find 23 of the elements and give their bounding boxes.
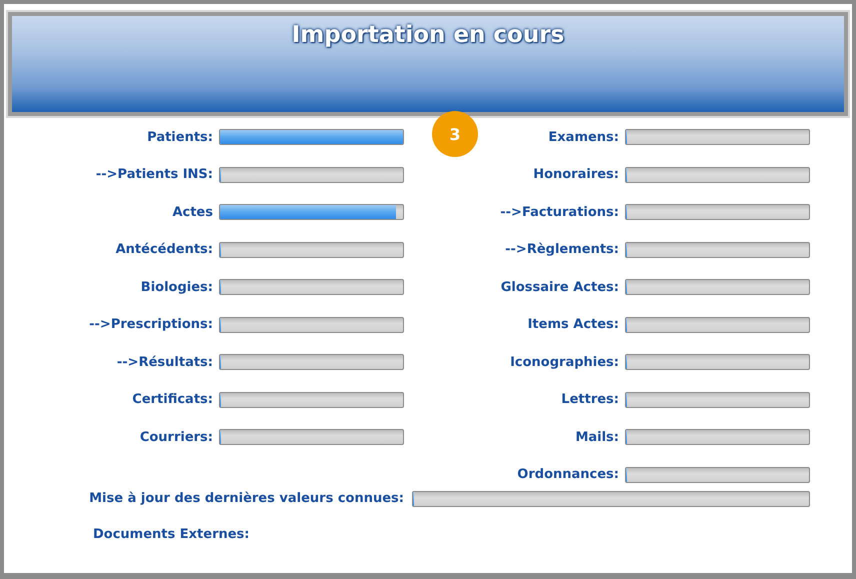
progress-label: Examens:	[548, 130, 619, 144]
progress-label: Mise à jour des dernières valeurs connues:	[88, 491, 404, 506]
progress-label: Antécédents:	[114, 242, 213, 257]
progress-label: -->Facturations:	[500, 204, 619, 220]
progress-label: -->Résultats:	[116, 354, 213, 370]
progress-label: -->Prescriptions:	[88, 317, 213, 332]
progress-label: Glossaire Actes:	[500, 280, 619, 294]
progress-label: Lettres:	[561, 392, 619, 407]
progress-label: Patients:	[146, 130, 213, 144]
progress-label: Mails:	[575, 430, 619, 444]
progress-label: Certificats:	[131, 392, 213, 407]
progress-label: Ordonnances:	[517, 467, 619, 482]
progress-label: -->Patients INS:	[94, 167, 213, 182]
progress-label: Items Actes:	[528, 317, 619, 332]
window-title: Importation en cours	[292, 22, 564, 48]
progress-label: Honoraires:	[533, 167, 619, 182]
progress-label: Courriers:	[138, 430, 213, 444]
progress-label: -->Règlements:	[505, 242, 619, 257]
count-badge: 3	[432, 111, 478, 157]
progress-label: Biologies:	[140, 280, 213, 294]
progress-label: Iconographies:	[510, 354, 619, 370]
section-label: Documents Externes:	[93, 527, 250, 542]
progress-label: Actes	[171, 204, 213, 220]
